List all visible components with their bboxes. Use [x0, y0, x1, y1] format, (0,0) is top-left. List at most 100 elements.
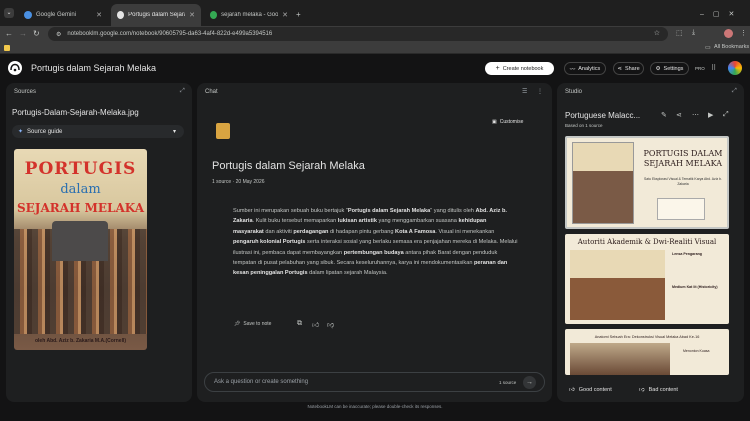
customise-label: Customise [499, 119, 524, 125]
summary-text: dalam lipatan sejarah Malaysia. [307, 270, 388, 277]
slide-1-subtitle: Satu Eksplorasi Visual & Tematik Karya A… [644, 177, 722, 186]
pin-icon: 📌︎ [234, 321, 241, 327]
create-notebook-button[interactable]: + Create notebook [485, 62, 554, 75]
chat-input[interactable]: Ask a question or create something 1 sou… [204, 372, 545, 392]
address-bar[interactable]: ⚙ notebooklm.google.com/notebook/9060579… [48, 27, 668, 41]
studio-panel: Studio ⤢ Portuguese Malacc... ✎ ⋖ ⋯ ▶ ⤢ … [557, 83, 744, 402]
collapse-panel-icon[interactable]: ⤢ [180, 88, 185, 95]
browser-tab-strip: ⌄ Google Gemini ✕ Portugis dalam Sejarah… [0, 0, 750, 26]
notebooklm-logo-icon[interactable] [8, 61, 22, 75]
based-on-sources: Based on 1 source [565, 123, 603, 128]
share-icon[interactable]: ⋖ [676, 111, 682, 119]
browser-tab-notebook[interactable]: Portugis dalam Sejarah Melaka ✕ [111, 4, 201, 26]
download-icon[interactable]: ⤓ [692, 29, 695, 37]
close-icon[interactable]: ✕ [189, 11, 195, 19]
minimize-icon[interactable]: – [700, 11, 713, 18]
send-arrow-icon[interactable]: → [523, 376, 536, 389]
source-file-name: Portugis-Dalam-Sejarah-Melaka.jpg [12, 108, 139, 117]
studio-title: Studio [565, 89, 583, 95]
close-window-icon[interactable]: ✕ [729, 11, 744, 18]
browser-tab-search[interactable]: sejarah melaka - Google Search ✕ [204, 4, 294, 26]
bad-content-button[interactable]: 👎︎ Bad content [633, 383, 691, 397]
sparkle-icon: ✦ [18, 129, 24, 135]
url-text: notebooklm.google.com/notebook/90605795-… [67, 31, 273, 37]
slide-2[interactable]: Autoriti Akademik & Dwi-Realiti Visual L… [565, 234, 729, 324]
summary-bold-text: pengaruh kolonial Portugis [233, 239, 306, 246]
notebook-summary: Sumber ini merupakan sebuah buku bertaju… [233, 206, 518, 279]
settings-button[interactable]: ⚙ Settings [650, 62, 689, 75]
summary-bold-text: Portugis dalam Sejarah Melaka [347, 208, 431, 214]
cover-title: PORTUGIS [24, 159, 137, 179]
analytics-button[interactable]: 〰 Analytics [564, 62, 606, 75]
pro-badge: PRO [695, 66, 705, 71]
expand-icon[interactable]: ⤢ [723, 111, 729, 119]
slide-3[interactable]: Anatomi Sebuah Era: Dekonstruksi Visual … [565, 329, 729, 375]
maximize-icon[interactable]: ▢ [713, 11, 729, 18]
good-content-label: Good content [578, 387, 612, 393]
cover-gate [52, 221, 108, 261]
close-icon[interactable]: ✕ [96, 11, 102, 19]
cover-title-2: SEJARAH MELAKA [16, 201, 145, 215]
user-avatar[interactable] [728, 61, 742, 75]
slide-2-title: Autoriti Akademik & Dwi-Realiti Visual [577, 238, 717, 246]
source-count: 1 source [499, 380, 517, 385]
summary-text: . Visual ini menekankan [435, 228, 495, 235]
window-controls: –▢✕ [700, 10, 743, 18]
source-guide-button[interactable]: ✦ Source guide ▾ [12, 125, 184, 138]
bookmark-star-icon[interactable]: ☆ [654, 29, 660, 37]
back-icon[interactable]: ← [5, 29, 13, 38]
close-icon[interactable]: ✕ [282, 11, 288, 19]
edit-icon[interactable]: ✎ [661, 111, 667, 119]
sources-title: Sources [14, 89, 37, 95]
forward-icon[interactable]: → [19, 29, 27, 38]
collapse-panel-icon[interactable]: ⤢ [732, 88, 737, 95]
gemini-icon [24, 11, 32, 19]
good-content-button[interactable]: 👍︎ Good content [563, 383, 621, 397]
more-icon[interactable]: ⋯ [692, 111, 699, 119]
thumbs-up-icon[interactable]: 👍︎ [312, 320, 319, 329]
sources-panel: Sources ⤢ Portugis-Dalam-Sejarah-Melaka.… [6, 83, 192, 402]
summary-text: . Kulit buku tersebut memaparkan [252, 218, 338, 225]
bookmarks-bar: ▭ All Bookmarks [0, 42, 750, 54]
tab-search-icon[interactable]: ⌄ [4, 8, 14, 18]
save-to-note-button[interactable]: 📌︎ Save to note [234, 319, 286, 329]
browser-tab-gemini[interactable]: Google Gemini ✕ [18, 4, 108, 26]
slide-2-side-title-2: Medium Kat lit (Historicity) [672, 285, 718, 289]
play-icon[interactable]: ▶ [708, 111, 713, 119]
customise-icon: ▣ [492, 119, 497, 125]
customise-button[interactable]: ▣ Customise [492, 119, 523, 125]
menu-icon[interactable]: ⋮ [740, 29, 747, 37]
source-image: PORTUGIS dalam SEJARAH MELAKA oleh Abd. … [14, 149, 147, 350]
notebooklm-app: Portugis dalam Sejarah Melaka + Create n… [0, 54, 750, 421]
app-icon[interactable] [4, 45, 10, 51]
app-header: Portugis dalam Sejarah Melaka + Create n… [0, 54, 750, 82]
reload-icon[interactable]: ↻ [33, 29, 40, 38]
tab-label: Google Gemini [36, 12, 77, 18]
slide-3-image [570, 343, 670, 375]
gear-icon: ⚙ [655, 65, 661, 72]
apps-grid-icon[interactable]: ⠿ [711, 64, 716, 72]
summary-bold-text: pertembungan budaya [343, 249, 404, 256]
notebook-title[interactable]: Portugis dalam Sejarah Melaka [31, 63, 156, 73]
copy-icon[interactable]: ⧉ [297, 320, 302, 328]
tune-icon[interactable]: ☰ [522, 88, 527, 95]
slide-3-box-label: Menonton Kuasa [683, 349, 710, 353]
more-options-icon[interactable]: ⋮ [537, 88, 543, 95]
new-tab-button[interactable]: + [296, 10, 301, 19]
profile-avatar[interactable] [724, 29, 733, 38]
tab-label: sejarah melaka - Google Search [221, 12, 279, 18]
summary-bold-text: lukisan artistik [337, 218, 377, 225]
chat-notebook-title: Portugis dalam Sejarah Melaka [212, 160, 365, 172]
site-info-icon[interactable]: ⚙ [56, 31, 61, 38]
all-bookmarks[interactable]: All Bookmarks [714, 44, 749, 50]
summary-bold-text: perdagangan [293, 228, 329, 235]
slide-1[interactable]: PORTUGIS DALAM SEJARAH MELAKA Satu Ekspl… [565, 136, 729, 229]
share-button[interactable]: ⋖ Share [613, 62, 644, 75]
analytics-icon: 〰 [569, 66, 576, 73]
thumbs-down-icon[interactable]: 👎︎ [327, 320, 334, 329]
browser-toolbar: ← → ↻ ⚙ notebooklm.google.com/notebook/9… [0, 26, 750, 42]
cover-subtitle: dalam [60, 182, 101, 197]
extensions-icon[interactable]: ⬚ [676, 29, 683, 37]
chat-panel: Chat ☰ ⋮ ▣ Customise Portugis dalam Seja… [197, 83, 552, 402]
bad-content-label: Bad content [648, 387, 678, 393]
